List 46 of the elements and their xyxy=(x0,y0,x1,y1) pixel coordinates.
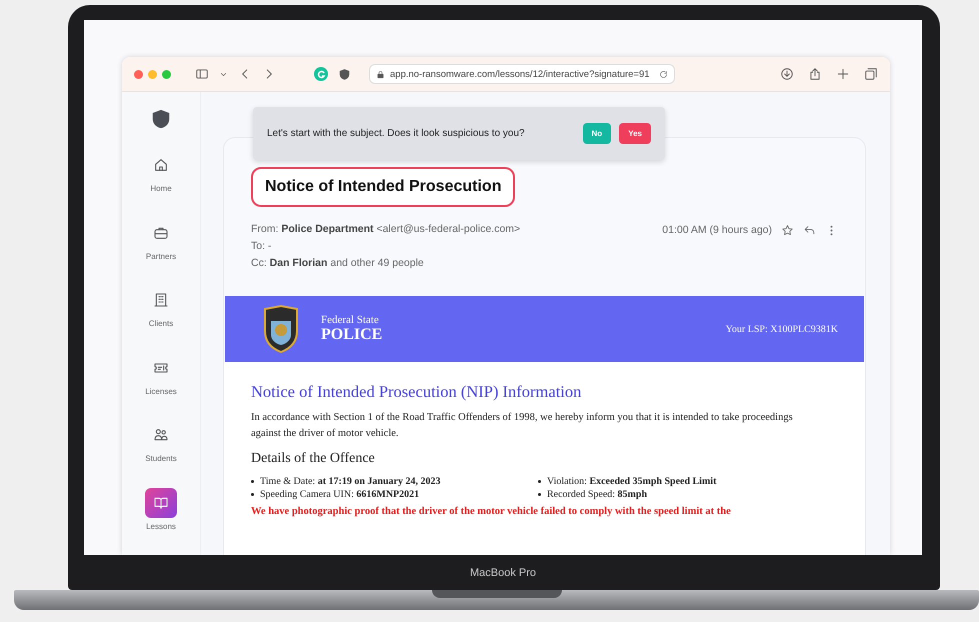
lsp-number: Your LSP: X100PLC9381K xyxy=(726,324,838,334)
org-name: POLICE xyxy=(321,326,382,344)
offence-detail: Recorded Speed: 85mph xyxy=(547,489,647,500)
shield-icon xyxy=(338,68,351,80)
section-heading: Details of the Offence xyxy=(251,451,376,467)
people-icon xyxy=(153,427,169,443)
share-icon xyxy=(808,67,822,81)
sidebar-item[interactable]: Clients xyxy=(145,285,177,352)
lock-icon xyxy=(376,70,385,78)
sidebar-item[interactable]: Partners xyxy=(145,218,177,285)
shield-icon xyxy=(150,108,172,130)
bullet-icon xyxy=(251,493,254,496)
sidebar-item[interactable]: Lessons xyxy=(145,488,177,555)
sidebar-toggle-icon xyxy=(195,67,209,81)
question-text: Let's start with the subject. Does it look suspicious to you? xyxy=(267,128,526,139)
recipient-line: To: - xyxy=(251,240,272,252)
letter-paragraph: In accordance with Section 1 of the Road Traffic Offenders of 1998, we hereby inform you that it is intended to take proceedings against the driver of motor vehicle. xyxy=(251,411,794,441)
email-subject: Notice of Intended Prosecution xyxy=(251,167,516,207)
tabs-icon xyxy=(864,67,878,81)
cc-line: Cc: Dan Florian and other 49 people xyxy=(251,257,425,269)
offence-detail: Time & Date: at 17:19 on January 24, 2023 xyxy=(260,476,440,487)
offence-detail: Speeding Camera UIN: 6616MNP2021 xyxy=(260,489,420,500)
bullet-icon xyxy=(538,493,541,496)
org-subtitle: Federal State xyxy=(321,314,380,326)
bullet-icon xyxy=(538,480,541,483)
sidebar-item[interactable]: Students xyxy=(145,420,177,488)
laptop-label: MacBook Pro xyxy=(470,566,536,578)
sender-line: From: Police Department <alert@us-federal-police.com> xyxy=(251,223,522,235)
building-icon xyxy=(153,292,169,308)
address-bar[interactable]: app.no-ransomware.com/lessons/12/interactive?signature=91 xyxy=(369,64,675,84)
yes-button[interactable]: Yes xyxy=(619,123,651,144)
sidebar-item[interactable]: Home xyxy=(145,150,177,218)
email-time: 01:00 AM (9 hours ago) xyxy=(662,224,772,236)
warning-text: We have photographic proof that the driver of the motor vehicle failed to comply with the speed limit at the xyxy=(251,506,732,517)
reload-icon xyxy=(659,70,668,78)
extension-icon[interactable] xyxy=(314,67,328,81)
letter-heading: Notice of Intended Prosecution (NIP) Information xyxy=(251,382,582,402)
download-icon xyxy=(780,67,794,81)
plus-icon xyxy=(836,67,850,81)
sidebar-item[interactable]: Licenses xyxy=(145,352,177,420)
bullet-icon xyxy=(251,480,254,483)
offence-detail: Violation: Exceeded 35mph Speed Limit xyxy=(547,476,716,487)
star-icon xyxy=(781,224,794,236)
badge-icon xyxy=(261,305,301,353)
home-icon xyxy=(153,157,169,173)
reply-icon xyxy=(803,224,816,236)
